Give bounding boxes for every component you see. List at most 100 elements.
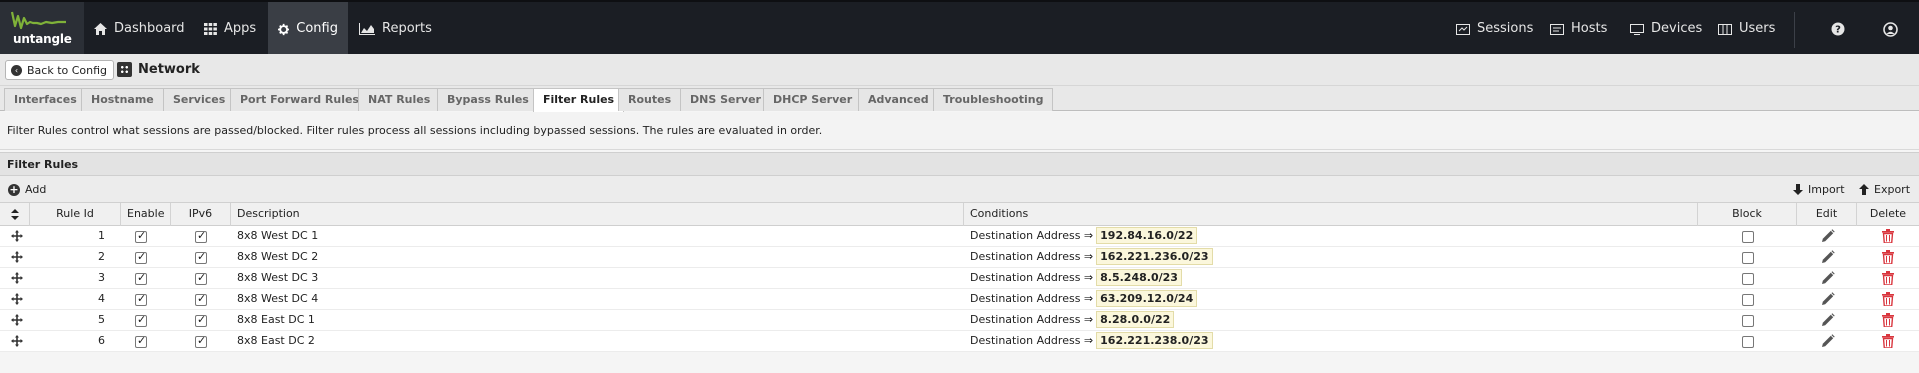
edit-pencil-icon[interactable] bbox=[1821, 229, 1835, 243]
nav-config[interactable]: Config bbox=[268, 2, 348, 56]
table-row[interactable]: 6 8x8 East DC 2 Destination Address ⇒162… bbox=[0, 331, 1919, 352]
tab-nat-rules[interactable]: NAT Rules bbox=[358, 88, 441, 111]
enable-checkbox[interactable] bbox=[135, 334, 147, 348]
tab-services[interactable]: Services bbox=[163, 88, 236, 111]
edit-pencil-icon[interactable] bbox=[1821, 250, 1835, 264]
column-description[interactable]: Description bbox=[231, 203, 964, 226]
delete-trash-icon[interactable] bbox=[1882, 271, 1894, 285]
ipv6-checkbox[interactable] bbox=[195, 334, 207, 348]
delete-trash-icon[interactable] bbox=[1882, 250, 1894, 264]
chart-icon bbox=[359, 23, 375, 35]
table-row[interactable]: 3 8x8 West DC 3 Destination Address ⇒8.5… bbox=[0, 268, 1919, 289]
block-checkbox[interactable] bbox=[1742, 231, 1754, 243]
enable-checkbox[interactable] bbox=[135, 229, 147, 243]
ipv6-checkbox[interactable] bbox=[195, 271, 207, 285]
drag-handle-icon[interactable] bbox=[11, 293, 23, 305]
block-checkbox[interactable] bbox=[1742, 252, 1754, 264]
table-row[interactable]: 2 8x8 West DC 2 Destination Address ⇒162… bbox=[0, 247, 1919, 268]
nav-hosts[interactable]: Hosts bbox=[1540, 2, 1617, 56]
import-label: Import bbox=[1808, 183, 1845, 196]
ipv6-checkbox[interactable] bbox=[195, 313, 207, 327]
drag-handle-icon[interactable] bbox=[11, 335, 23, 347]
column-conditions[interactable]: Conditions bbox=[964, 203, 1698, 226]
grid-icon bbox=[204, 23, 217, 35]
filter-rules-description: Filter Rules control what sessions are p… bbox=[0, 112, 1919, 150]
nav-reports[interactable]: Reports bbox=[349, 2, 442, 56]
export-button[interactable]: Export bbox=[1859, 183, 1910, 196]
import-button[interactable]: Import bbox=[1793, 183, 1845, 196]
account-button[interactable] bbox=[1873, 2, 1908, 56]
edit-pencil-icon[interactable] bbox=[1821, 271, 1835, 285]
block-checkbox[interactable] bbox=[1742, 294, 1754, 306]
column-ipv6[interactable]: IPv6 bbox=[171, 203, 231, 226]
enable-checkbox[interactable] bbox=[135, 271, 147, 285]
column-enable[interactable]: Enable bbox=[121, 203, 171, 226]
block-checkbox[interactable] bbox=[1742, 273, 1754, 285]
tab-port-forward-rules[interactable]: Port Forward Rules bbox=[230, 88, 369, 111]
enable-checkbox[interactable] bbox=[135, 313, 147, 327]
back-to-config-button[interactable]: ‹ Back to Config bbox=[5, 60, 115, 80]
description-cell: 8x8 East DC 2 bbox=[237, 334, 315, 347]
user-account-icon bbox=[1883, 21, 1898, 37]
tab-strip: Interfaces Hostname Services Port Forwar… bbox=[0, 86, 1919, 112]
rule-id-cell: 4 bbox=[98, 292, 105, 305]
tab-dns-server[interactable]: DNS Server bbox=[680, 88, 771, 111]
tab-bypass-rules[interactable]: Bypass Rules bbox=[437, 88, 539, 111]
breadcrumb: ‹ Back to Config Network bbox=[0, 54, 1919, 86]
arrow-up-icon bbox=[1859, 184, 1869, 195]
tab-dhcp-server[interactable]: DHCP Server bbox=[763, 88, 863, 111]
edit-pencil-icon[interactable] bbox=[1821, 334, 1835, 348]
tab-routes[interactable]: Routes bbox=[618, 88, 682, 111]
delete-trash-icon[interactable] bbox=[1882, 292, 1894, 306]
tab-interfaces[interactable]: Interfaces bbox=[4, 88, 87, 111]
nav-apps[interactable]: Apps bbox=[194, 2, 266, 56]
drag-handle-icon[interactable] bbox=[11, 272, 23, 284]
conditions-cell: Destination Address ⇒ 63.209.12.0/24 bbox=[970, 289, 1690, 310]
nav-dashboard-label: Dashboard bbox=[114, 21, 185, 36]
tab-troubleshooting[interactable]: Troubleshooting bbox=[933, 88, 1054, 111]
nav-dashboard[interactable]: Dashboard bbox=[84, 2, 195, 56]
column-block[interactable]: Block bbox=[1698, 203, 1797, 226]
tab-advanced[interactable]: Advanced bbox=[858, 88, 939, 111]
nav-sessions[interactable]: Sessions bbox=[1446, 2, 1543, 56]
panel-title: Filter Rules bbox=[0, 152, 1919, 176]
block-checkbox[interactable] bbox=[1742, 315, 1754, 327]
delete-trash-icon[interactable] bbox=[1882, 334, 1894, 348]
nav-users[interactable]: Users bbox=[1708, 2, 1785, 56]
condition-label: Destination Address ⇒ bbox=[970, 229, 1094, 242]
conditions-cell: Destination Address ⇒ 8.28.0.0/22 bbox=[970, 310, 1690, 331]
edit-pencil-icon[interactable] bbox=[1821, 292, 1835, 306]
tab-filter-rules[interactable]: Filter Rules bbox=[533, 88, 625, 112]
enable-checkbox[interactable] bbox=[135, 292, 147, 306]
page-title-text: Network bbox=[138, 62, 200, 77]
enable-checkbox[interactable] bbox=[135, 250, 147, 264]
table-row[interactable]: 5 8x8 East DC 1 Destination Address ⇒8.2… bbox=[0, 310, 1919, 331]
nav-devices[interactable]: Devices bbox=[1620, 2, 1712, 56]
table-row[interactable]: 4 8x8 West DC 4 Destination Address ⇒63.… bbox=[0, 289, 1919, 310]
drag-handle-icon[interactable] bbox=[11, 230, 23, 242]
drag-handle-icon[interactable] bbox=[11, 314, 23, 326]
column-edit: Edit bbox=[1797, 203, 1857, 226]
column-delete: Delete bbox=[1869, 207, 1907, 220]
drag-handle-icon[interactable] bbox=[11, 251, 23, 263]
condition-label: Destination Address ⇒ bbox=[970, 292, 1094, 305]
back-to-config-label: Back to Config bbox=[27, 63, 108, 77]
table-row[interactable]: 1 8x8 West DC 1 Destination Address ⇒192… bbox=[0, 226, 1919, 247]
column-rule-id[interactable]: Rule Id bbox=[30, 203, 121, 226]
condition-label: Destination Address ⇒ bbox=[970, 313, 1094, 326]
edit-pencil-icon[interactable] bbox=[1821, 313, 1835, 327]
ipv6-checkbox[interactable] bbox=[195, 292, 207, 306]
users-icon bbox=[1718, 23, 1732, 35]
svg-text:?: ? bbox=[1835, 25, 1841, 36]
delete-trash-icon[interactable] bbox=[1882, 313, 1894, 327]
rule-id-cell: 3 bbox=[98, 271, 105, 284]
delete-trash-icon[interactable] bbox=[1882, 229, 1894, 243]
untangle-logo[interactable]: untangle bbox=[0, 2, 84, 56]
add-rule-button[interactable]: + Add bbox=[8, 183, 46, 196]
ipv6-checkbox[interactable] bbox=[195, 250, 207, 264]
condition-label: Destination Address ⇒ bbox=[970, 250, 1094, 263]
help-button[interactable]: ? bbox=[1821, 2, 1855, 56]
ipv6-checkbox[interactable] bbox=[195, 229, 207, 243]
tab-hostname[interactable]: Hostname bbox=[81, 88, 164, 111]
block-checkbox[interactable] bbox=[1742, 336, 1754, 348]
